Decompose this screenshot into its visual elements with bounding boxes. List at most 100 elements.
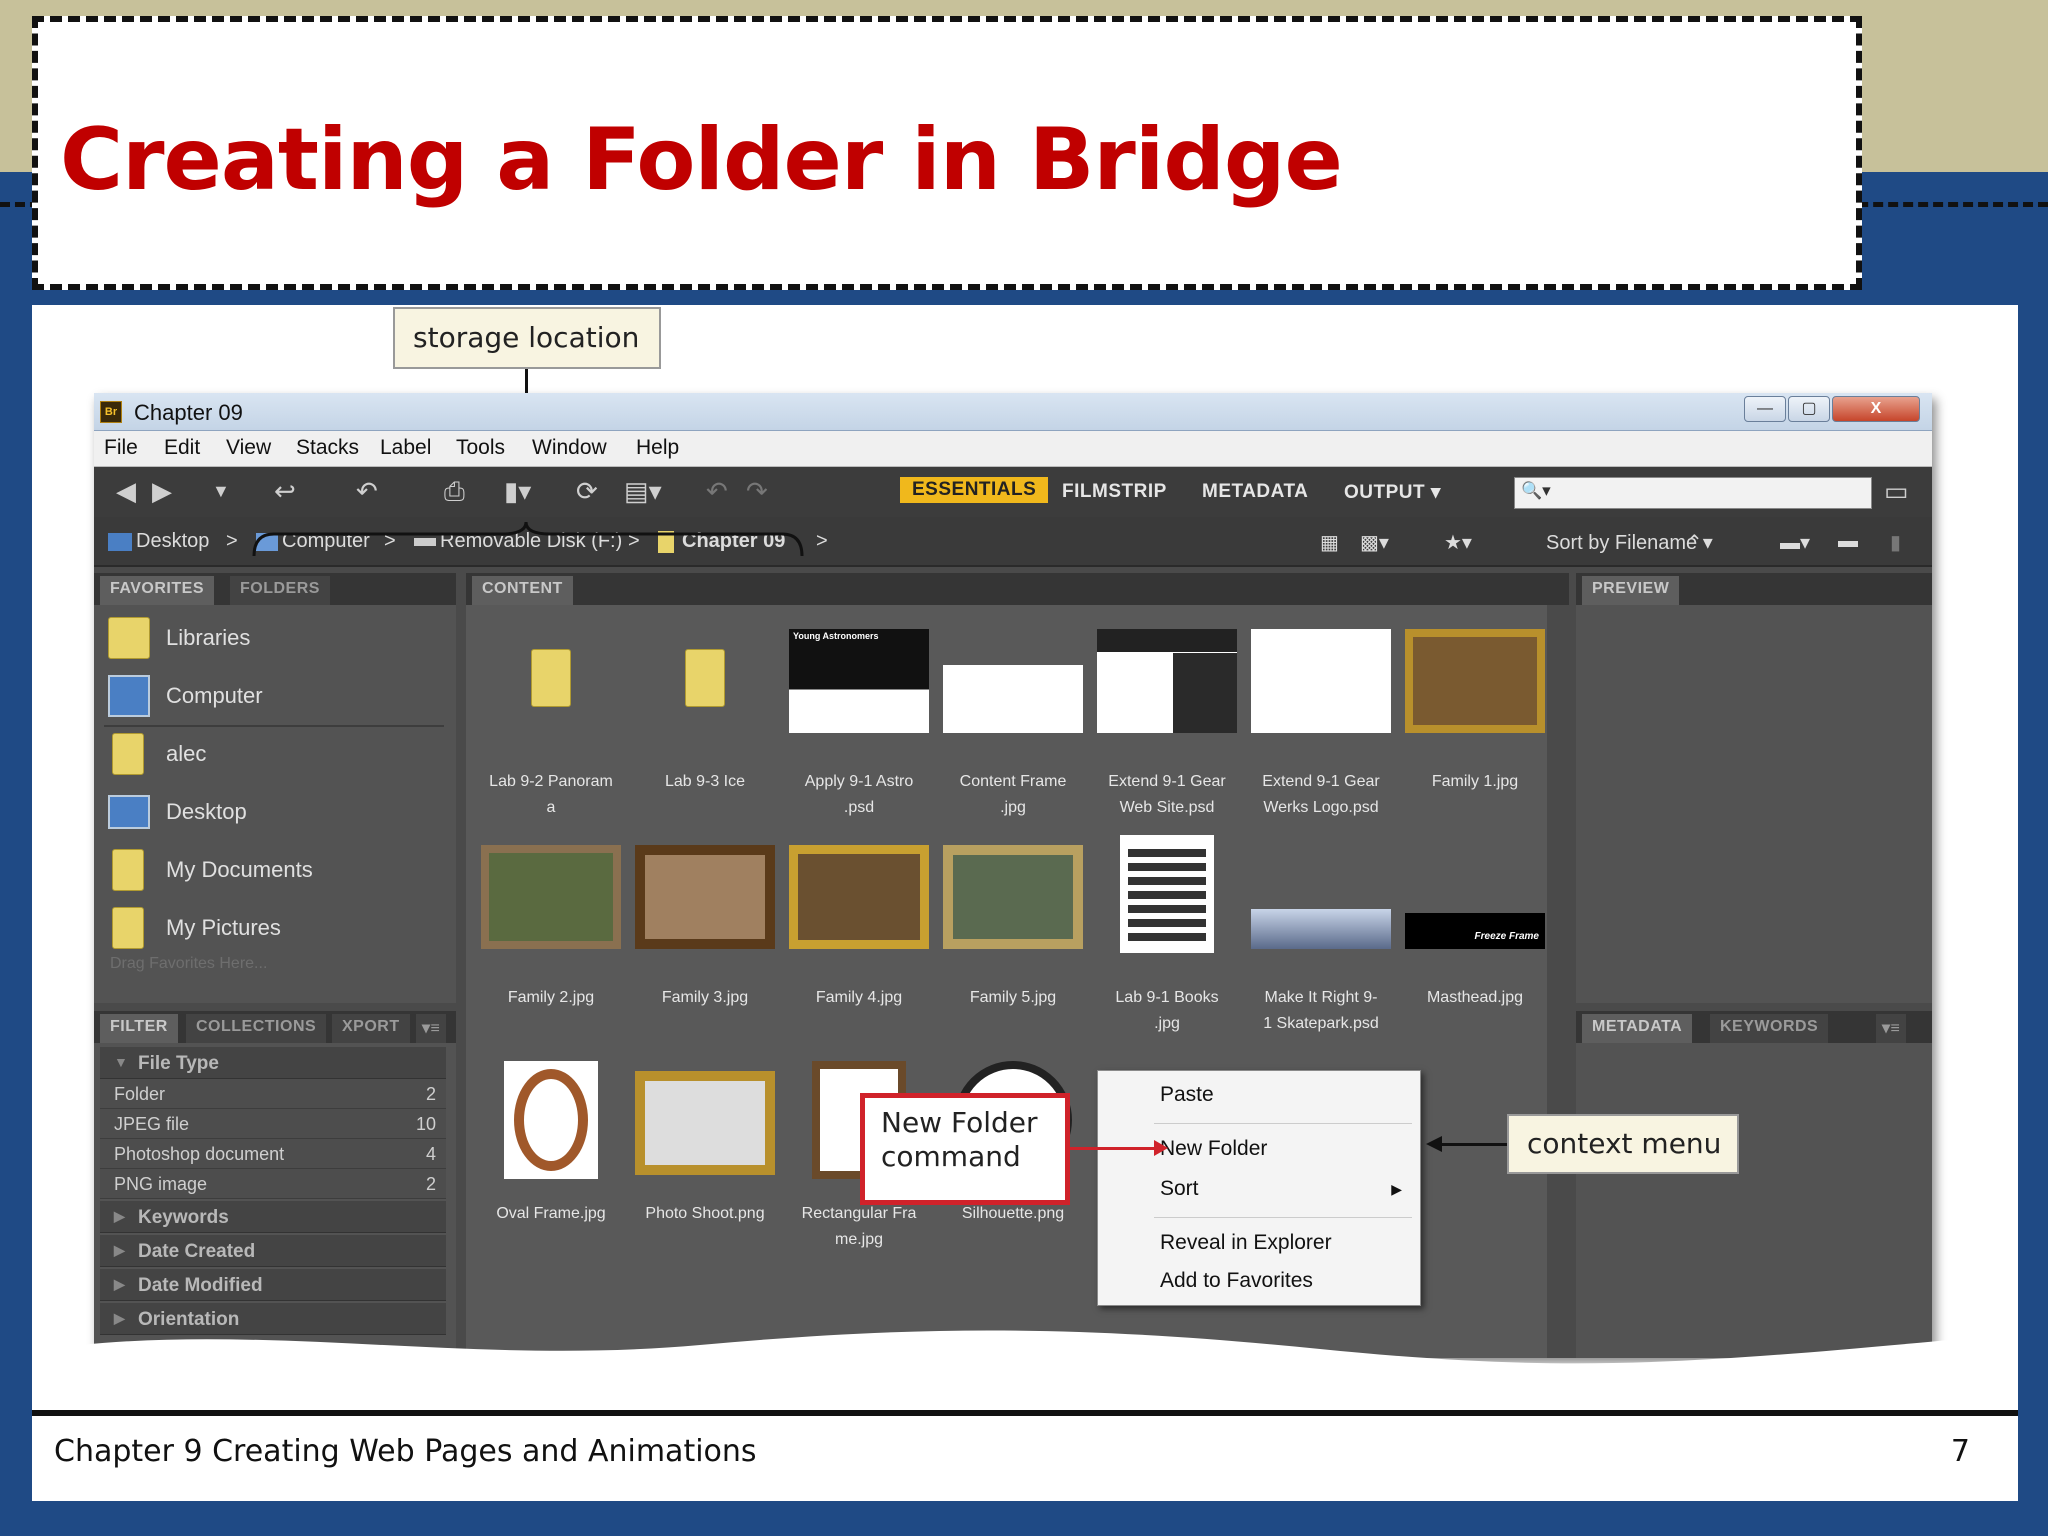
search-input[interactable]: 🔍▾ xyxy=(1514,477,1872,509)
quality-icon[interactable]: ▦ xyxy=(1320,530,1339,555)
filter-key: PNG image xyxy=(114,1174,208,1194)
context-arrow-head-icon xyxy=(1426,1136,1442,1152)
thumb-family-1[interactable]: Family 1.jpg xyxy=(1400,629,1550,839)
filter-row[interactable]: PNG image 2 xyxy=(100,1169,446,1199)
delete-icon[interactable]: ▮ xyxy=(1890,530,1901,555)
menu-window[interactable]: Window xyxy=(532,436,607,460)
favorite-my-documents[interactable]: My Documents xyxy=(108,849,448,893)
thumb-extend-web[interactable]: Extend 9-1 Gear Web Site.psd xyxy=(1092,629,1242,839)
refine-icon[interactable]: ▮▾ xyxy=(504,477,531,505)
expand-icon: ▶ xyxy=(114,1276,125,1292)
thumb-family-3[interactable]: Family 3.jpg xyxy=(630,845,780,1055)
filter-row[interactable]: Photoshop document 4 xyxy=(100,1139,446,1169)
favorite-libraries[interactable]: Libraries xyxy=(108,617,448,661)
tab-favorites[interactable]: FAVORITES xyxy=(100,576,214,605)
content-scrollbar[interactable] xyxy=(1547,605,1569,1358)
tab-preview[interactable]: PREVIEW xyxy=(1582,576,1680,605)
menu-stacks[interactable]: Stacks xyxy=(296,436,359,460)
close-button[interactable]: X xyxy=(1832,396,1920,422)
tab-content[interactable]: CONTENT xyxy=(472,576,573,605)
favorite-alec[interactable]: alec xyxy=(108,733,448,777)
maximize-button[interactable]: ▢ xyxy=(1788,396,1830,422)
panel-menu-icon[interactable]: ▾≡ xyxy=(416,1014,447,1043)
menu-item-reveal[interactable]: Reveal in Explorer xyxy=(1160,1231,1332,1255)
tab-collections[interactable]: COLLECTIONS xyxy=(186,1014,327,1043)
thumb-family-4[interactable]: Family 4.jpg xyxy=(784,845,934,1055)
rotate-left-icon[interactable]: ↶ xyxy=(706,477,728,505)
thumb-photo-shoot[interactable]: Photo Shoot.png xyxy=(630,1061,780,1271)
view-icon[interactable]: ▩▾ xyxy=(1360,530,1389,555)
thumb-lab-9-2[interactable]: Lab 9-2 Panoram a xyxy=(476,629,626,839)
favorite-label: alec xyxy=(166,741,207,766)
rotate-right-icon[interactable]: ↷ xyxy=(746,477,768,505)
thumb-apply-9-1[interactable]: Young Astronomers Apply 9-1 Astro .psd xyxy=(784,629,934,839)
star-filter-icon[interactable]: ★▾ xyxy=(1444,530,1472,555)
workspace-essentials[interactable]: ESSENTIALS xyxy=(900,477,1049,503)
red-arrow-head-icon xyxy=(1154,1140,1168,1156)
menu-tools[interactable]: Tools xyxy=(456,436,505,460)
filter-key: JPEG file xyxy=(114,1114,190,1134)
menu-view[interactable]: View xyxy=(226,436,271,460)
new-folder-icon[interactable]: ▬ xyxy=(1838,530,1858,553)
filter-section-keywords[interactable]: ▶ Keywords xyxy=(100,1201,446,1233)
thumb-content-frame[interactable]: Content Frame .jpg xyxy=(938,629,1088,839)
thumb-lab-9-1-books[interactable]: Lab 9-1 Books .jpg xyxy=(1092,835,1242,1045)
rotate-icon[interactable]: ↶ xyxy=(356,477,378,505)
path-desktop-label: Desktop xyxy=(136,530,210,552)
thumb-extend-logo[interactable]: Extend 9-1 Gear Werks Logo.psd xyxy=(1246,629,1396,839)
tab-export[interactable]: XPORT xyxy=(332,1014,410,1043)
menu-help[interactable]: Help xyxy=(636,436,679,460)
menu-item-paste[interactable]: Paste xyxy=(1160,1083,1214,1107)
back-arrow-icon[interactable]: ◀ xyxy=(116,477,136,505)
minimize-button[interactable]: — xyxy=(1744,396,1786,422)
path-desktop[interactable]: Desktop xyxy=(108,530,209,553)
dropdown-icon[interactable]: ▼ xyxy=(212,477,230,505)
menu-label[interactable]: Label xyxy=(380,436,431,460)
menu-item-add-favorites[interactable]: Add to Favorites xyxy=(1160,1269,1313,1293)
workspace-filmstrip[interactable]: FILMSTRIP xyxy=(1062,481,1167,503)
documents-folder-icon xyxy=(112,849,144,891)
gear-logo-image xyxy=(1251,629,1391,733)
toolbar: ◀ ▶ ▼ ↩ ↶ ⎙ ▮▾ ⟳ ▤▾ ↶ ↷ ESSENTIALS FILMS… xyxy=(94,467,1932,517)
boomerang-icon[interactable]: ↩ xyxy=(274,477,296,505)
menu-edit[interactable]: Edit xyxy=(164,436,200,460)
thumb-family-5[interactable]: Family 5.jpg xyxy=(938,845,1088,1055)
tab-keywords[interactable]: KEYWORDS xyxy=(1710,1014,1829,1043)
preview-panel: PREVIEW xyxy=(1576,573,1932,1003)
filter-section-date-created[interactable]: ▶ Date Created xyxy=(100,1235,446,1267)
filter-row[interactable]: JPEG file 10 xyxy=(100,1109,446,1139)
thumb-masthead[interactable]: Freeze Frame Masthead.jpg xyxy=(1400,845,1550,1055)
favorite-computer[interactable]: Computer xyxy=(108,675,448,719)
filter-row[interactable]: Folder 2 xyxy=(100,1079,446,1109)
thumb-oval-frame[interactable]: Oval Frame.jpg xyxy=(476,1061,626,1271)
tab-filter[interactable]: FILTER xyxy=(100,1014,178,1043)
filter-count: 2 xyxy=(425,1084,436,1104)
open-icon[interactable]: ⟳ xyxy=(576,477,598,505)
output-icon[interactable]: ▤▾ xyxy=(624,477,662,505)
thumb-skatepark[interactable]: Make It Right 9- 1 Skatepark.psd xyxy=(1246,845,1396,1055)
tab-metadata[interactable]: METADATA xyxy=(1582,1014,1693,1043)
menu-item-sort[interactable]: Sort xyxy=(1160,1177,1199,1201)
context-menu: Paste New Folder Sort ▶ Reveal in Explor… xyxy=(1097,1070,1421,1306)
workspace-output[interactable]: OUTPUT ▾ xyxy=(1344,481,1441,504)
forward-arrow-icon[interactable]: ▶ xyxy=(152,477,172,505)
favorite-desktop[interactable]: Desktop xyxy=(108,791,448,835)
filter-section-date-modified[interactable]: ▶ Date Modified xyxy=(100,1269,446,1301)
camera-icon[interactable]: ⎙ xyxy=(444,477,465,505)
favorite-my-pictures[interactable]: My Pictures xyxy=(108,907,448,951)
metadata-panel-menu-icon[interactable]: ▾≡ xyxy=(1876,1014,1907,1043)
compact-mode-icon[interactable]: ▭ xyxy=(1884,477,1909,505)
sort-ascending-icon[interactable]: ⌃ xyxy=(1686,530,1703,555)
preview-tabs: PREVIEW xyxy=(1576,573,1932,605)
menu-item-new-folder[interactable]: New Folder xyxy=(1160,1137,1267,1161)
thumb-lab-9-3[interactable]: Lab 9-3 Ice xyxy=(630,629,780,839)
thumb-family-2[interactable]: Family 2.jpg xyxy=(476,845,626,1055)
workspace-metadata[interactable]: METADATA xyxy=(1202,481,1308,503)
filter-section-file-type[interactable]: ▼ File Type xyxy=(100,1047,446,1079)
desktop-icon xyxy=(108,532,132,551)
tab-folders[interactable]: FOLDERS xyxy=(230,576,330,605)
photo-shoot-image xyxy=(635,1071,775,1175)
search-icon: 🔍▾ xyxy=(1521,481,1551,500)
menu-file[interactable]: File xyxy=(104,436,138,460)
recent-folder-icon[interactable]: ▬▾ xyxy=(1780,530,1810,555)
